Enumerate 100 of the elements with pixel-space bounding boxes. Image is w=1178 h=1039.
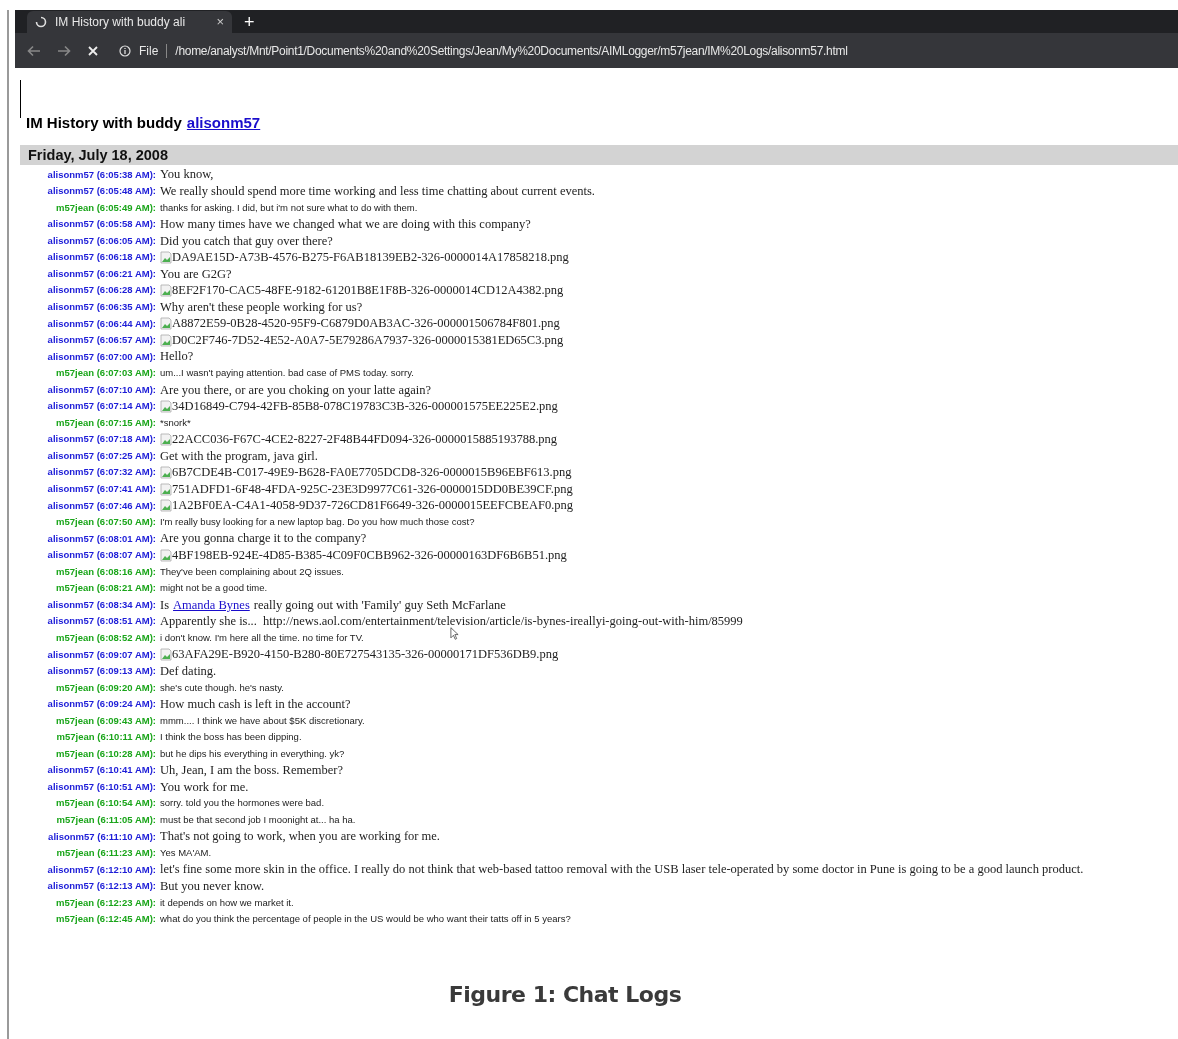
image-filename: D0C2F746-7D52-4E52-A0A7-5E79286A7937-326-0000015381ED65C3.png [172, 331, 564, 349]
sender-label: alisonm57 (6:06:05 AM): [46, 233, 157, 248]
image-filename: A8872E59-0B28-4520-95F9-C6879D0AB3AC-326-000001506784F801.png [172, 315, 560, 333]
sender-label: alisonm57 (6:12:13 AM): [46, 879, 157, 894]
message-text: sorry. told you the hormones were bad. [160, 796, 325, 811]
image-filename: 22ACC036-F67C-4CE2-8227-2F48B44FD094-326-0000015885193788.png [172, 431, 558, 449]
image-filename: 8EF2F170-CAC5-48FE-9182-61201B8E1F8B-326-0000014CD12A4382.png [172, 282, 564, 300]
message-text: Is [160, 596, 170, 614]
message-text: I'm really busy looking for a new laptop bag. Do you how much those cost? [160, 515, 475, 530]
sender-label: alisonm57 (6:06:35 AM): [46, 300, 157, 314]
broken-image-icon [160, 499, 172, 513]
message-text: she's cute though. he's nasty. [160, 680, 284, 695]
broken-image-icon [160, 466, 172, 480]
sender-label: m57jean (6:11:05 AM): [55, 812, 157, 827]
sender-label: m57jean (6:09:20 AM): [55, 680, 157, 695]
message-text: Hello? [160, 348, 194, 366]
sender-label: alisonm57 (6:09:07 AM): [46, 647, 157, 662]
message-text: That's not going to work, when you are working for me. [160, 828, 440, 846]
buddy-link[interactable]: alisonm57 [186, 112, 261, 135]
message-text: Uh, Jean, I am the boss. Remember? [160, 762, 343, 780]
message-text: um...I wasn't paying attention. bad case of PMS today. sorry. [160, 366, 414, 381]
sender-label: m57jean (6:07:15 AM): [55, 415, 157, 430]
sender-label: alisonm57 (6:07:18 AM): [46, 432, 157, 447]
message-text: But you never know. [160, 877, 265, 895]
broken-image-icon [160, 317, 172, 331]
message-text: mmm.... I think we have about $5K discretionary. [160, 713, 365, 728]
message-text: must be that second job I moonight at... ha ha. [160, 812, 356, 827]
image-filename: DA9AE15D-A73B-4576-B275-F6AB18139EB2-326-0000014A17858218.png [172, 249, 569, 267]
sender-label: m57jean (6:08:21 AM): [55, 581, 157, 596]
broken-image-icon [160, 482, 172, 496]
broken-image-icon [160, 648, 172, 662]
tab-title: IM History with buddy ali [55, 14, 187, 31]
sender-label: alisonm57 (6:10:51 AM): [46, 779, 157, 794]
broken-image-icon [160, 284, 172, 298]
url-text[interactable]: /home/analyst/Mnt/Point1/Documents%20and%20Settings/Jean/My%20Documents/AIMLogger/m57jean/IM%20Logs/alisonm57.html [175, 41, 848, 60]
message-text: Are you there, or are you choking on your latte again? [160, 381, 432, 399]
message-text: How many times have we changed what we are doing with this company? [160, 216, 531, 234]
figure-caption: Figure 1: Chat Logs [448, 981, 682, 1009]
message-text: Apparently she is... http://news.aol.com/entertainment/television/article/is-bynes-ireallyi-going-out-with-him/85999 [160, 613, 743, 631]
page-heading: IM History with buddy [26, 113, 182, 133]
sender-label: alisonm57 (6:05:48 AM): [46, 184, 157, 199]
image-filename: 34D16849-C794-42FB-85B8-078C19783C3B-326-000001575EE225E2.png [172, 398, 558, 416]
message-text: Yes MA'AM. [160, 846, 212, 861]
message-text: what do you think the percentage of people in the US would be who want their tatts off in 5 years? [160, 912, 571, 927]
message-text: i don't know. I'm here all the time. no time for TV. [160, 630, 364, 645]
sender-label: alisonm57 (6:08:01 AM): [46, 531, 157, 546]
message-text: Get with the program, java girl. [160, 447, 318, 465]
new-tab-button[interactable]: + [244, 13, 255, 31]
sender-label: alisonm57 (6:07:00 AM): [46, 349, 157, 364]
sender-label: m57jean (6:10:11 AM): [55, 730, 157, 745]
loading-icon [35, 16, 47, 28]
message-text: it depends on how we market it. [160, 895, 294, 910]
message-text: Why aren't these people working for us? [160, 298, 363, 316]
sender-label: alisonm57 (6:12:10 AM): [46, 862, 157, 877]
message-text: Are you gonna charge it to the company? [160, 530, 367, 548]
sender-label: alisonm57 (6:07:10 AM): [46, 382, 157, 397]
message-text: You are G2G? [160, 265, 232, 283]
close-icon[interactable] [87, 44, 99, 57]
sender-label: alisonm57 (6:06:28 AM): [46, 283, 157, 298]
message-text: I think the boss has been dipping. [160, 730, 302, 745]
sender-label: alisonm57 (6:05:58 AM): [46, 217, 157, 232]
sender-label: alisonm57 (6:07:41 AM): [46, 482, 157, 497]
message-text: We really should spend more time working and less time chatting about current events. [160, 182, 595, 200]
close-icon[interactable]: × [216, 12, 224, 32]
message-text: Did you catch that guy over there? [160, 232, 333, 250]
forward-icon[interactable] [57, 44, 71, 57]
sender-label: alisonm57 (6:10:41 AM): [46, 763, 157, 778]
sender-label: alisonm57 (6:07:25 AM): [46, 448, 157, 463]
sender-label: alisonm57 (6:09:24 AM): [46, 697, 157, 712]
sender-label: alisonm57 (6:07:46 AM): [46, 498, 157, 513]
sender-label: alisonm57 (6:06:18 AM): [46, 250, 157, 265]
message-text: but he dips his everything in everything. yk? [160, 746, 345, 761]
image-filename: 6B7CDE4B-C017-49E9-B628-FA0E7705DCD8-326-0000015B96EBF613.png [172, 464, 572, 482]
sender-label: m57jean (6:05:49 AM): [55, 200, 157, 215]
sender-label: alisonm57 (6:06:21 AM): [46, 266, 157, 281]
sender-label: m57jean (6:08:16 AM): [55, 564, 157, 579]
broken-image-icon [160, 548, 172, 562]
message-text: You know, [160, 166, 214, 184]
broken-image-icon [160, 433, 172, 446]
back-icon[interactable] [27, 44, 41, 57]
sender-label: alisonm57 (6:06:57 AM): [46, 333, 157, 348]
sender-label: alisonm57 (6:08:07 AM): [46, 548, 157, 563]
sender-label: alisonm57 (6:11:10 AM): [47, 829, 157, 844]
message-text: might not be a good time. [160, 581, 268, 596]
cursor-icon [450, 627, 459, 640]
sender-label: alisonm57 (6:08:34 AM): [46, 597, 157, 612]
message-text: really going out with 'Family' guy Seth McFarlane [253, 596, 506, 614]
sender-label: alisonm57 (6:07:14 AM): [46, 399, 157, 414]
sender-label: alisonm57 (6:07:32 AM): [46, 465, 157, 480]
sender-label: m57jean (6:09:43 AM): [55, 713, 157, 728]
info-icon[interactable] [119, 44, 131, 57]
image-filename: 1A2BF0EA-C4A1-4058-9D37-726CD81F6649-326-0000015EEFCBEAF0.png [172, 497, 574, 515]
browser-tab[interactable]: IM History with buddy ali × [27, 11, 232, 33]
image-filename: 63AFA29E-B920-4150-B280-80E727543135-326-00000171DF536DB9.png [172, 646, 559, 664]
sender-label: alisonm57 (6:08:51 AM): [46, 614, 157, 629]
sender-label: m57jean (6:12:23 AM): [55, 895, 157, 910]
sender-label: m57jean (6:10:28 AM): [55, 746, 157, 761]
name-link[interactable]: Amanda Bynes [173, 595, 250, 615]
sender-label: m57jean (6:12:45 AM): [55, 912, 157, 927]
scheme-label: File [139, 42, 159, 60]
